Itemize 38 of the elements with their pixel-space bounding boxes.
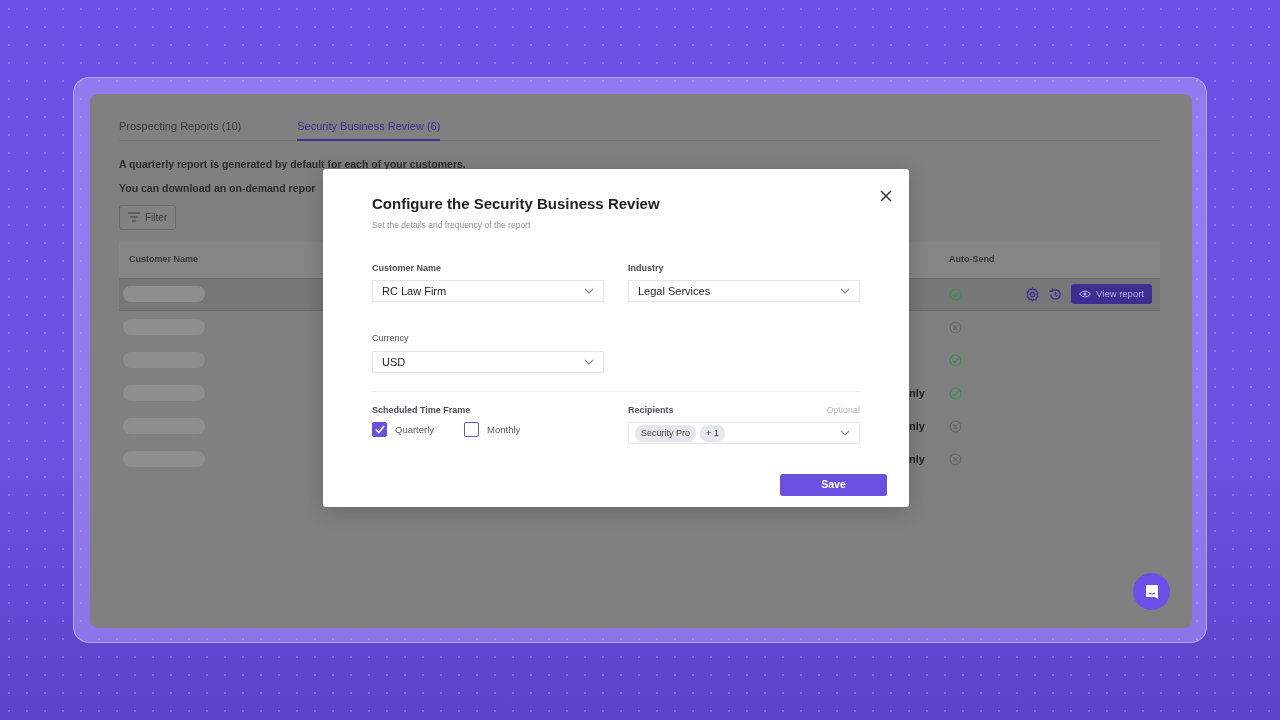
table-cell-text: nly bbox=[909, 451, 926, 467]
checkbox[interactable] bbox=[372, 422, 387, 438]
intro-text: You can download an on-demand repor bbox=[119, 180, 316, 196]
select-field[interactable]: USD bbox=[372, 350, 604, 373]
chevron-down-icon bbox=[584, 288, 594, 295]
recipient-chip: + 1 bbox=[700, 424, 725, 442]
close-icon bbox=[880, 190, 892, 202]
chat-icon bbox=[1143, 583, 1160, 600]
column-header: Auto-Send bbox=[949, 252, 996, 266]
checkbox-label: Monthly bbox=[487, 422, 521, 437]
table-cell-text: nly bbox=[909, 385, 926, 401]
dialog-title: Configure the Security Business Review bbox=[372, 195, 661, 213]
intro-text: A quarterly report is generated by default for each of your customers. bbox=[119, 157, 466, 172]
tab[interactable]: Prospecting Reports (10) bbox=[119, 112, 242, 141]
field-label: Scheduled Time Frame bbox=[372, 403, 472, 417]
close-button[interactable] bbox=[879, 189, 893, 203]
column-header: Customer Name bbox=[129, 252, 200, 266]
field-label: Currency bbox=[372, 332, 410, 346]
recipients-field[interactable]: Security Pro + 1 bbox=[628, 422, 860, 445]
select-field[interactable]: RC Law Firm bbox=[372, 280, 604, 303]
save-button[interactable]: Save bbox=[780, 474, 887, 497]
table-cell-text: nly bbox=[909, 418, 926, 434]
view-report-button[interactable]: View report bbox=[1071, 283, 1152, 305]
filter-icon bbox=[128, 212, 140, 222]
checkbox-label: Quarterly bbox=[395, 422, 435, 437]
dialog-subtitle: Set the details and frequency of the report bbox=[372, 219, 532, 232]
optional-hint: Optional bbox=[826, 403, 860, 417]
filter-button[interactable]: Filter bbox=[119, 204, 177, 230]
field-label: Recipients bbox=[628, 403, 674, 417]
chevron-down-icon bbox=[840, 288, 850, 295]
field-label: Customer Name bbox=[372, 261, 443, 275]
chevron-down-icon bbox=[840, 430, 850, 437]
chevron-down-icon bbox=[584, 358, 594, 365]
eye-icon bbox=[1079, 290, 1092, 298]
checkbox[interactable] bbox=[464, 422, 480, 438]
field-label: Industry bbox=[628, 261, 665, 275]
select-field[interactable]: Legal Services bbox=[628, 280, 860, 303]
recipient-chip: Security Pro bbox=[635, 424, 697, 442]
